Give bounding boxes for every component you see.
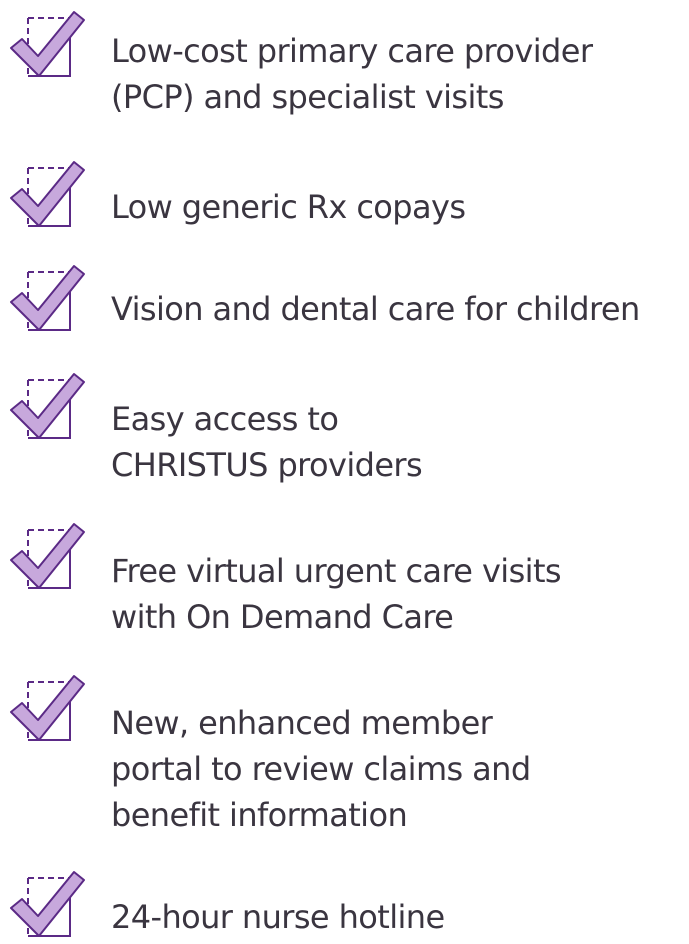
benefit-text: Low generic Rx copays [111,184,689,230]
benefit-text: Low-cost primary care provider (PCP) and… [111,28,689,120]
benefit-text: Free virtual urgent care visits with On … [111,548,689,640]
benefit-text-line: CHRISTUS providers [111,446,423,484]
benefit-text-line: (PCP) and specialist visits [111,78,504,116]
benefit-text-line: Low generic Rx copays [111,188,466,226]
benefit-text-line: portal to review claims and [111,750,531,788]
benefit-text-line: 24-hour nurse hotline [111,898,445,936]
benefit-text: 24-hour nurse hotline [111,894,689,940]
benefit-text-line: New, enhanced member [111,704,493,742]
checkbox-check-icon [8,160,88,230]
benefit-text-line: Easy access to [111,400,339,438]
benefit-text-line: with On Demand Care [111,598,454,636]
benefit-text-line: Free virtual urgent care visits [111,552,562,590]
checkbox-check-icon [8,870,88,940]
checkbox-check-icon [8,372,88,442]
checkbox-check-icon [8,522,88,592]
checkbox-check-icon [8,674,88,744]
benefit-text-line: benefit information [111,796,408,834]
benefit-text: Vision and dental care for children [111,286,689,332]
benefit-text-line: Low-cost primary care provider [111,32,593,70]
benefit-text-line: Vision and dental care for children [111,290,640,328]
checkbox-check-icon [8,264,88,334]
benefit-list: Low-cost primary care provider (PCP) and… [0,0,689,944]
benefit-text: Easy access to CHRISTUS providers [111,396,689,488]
checkbox-check-icon [8,10,88,80]
benefit-text: New, enhanced member portal to review cl… [111,700,689,838]
